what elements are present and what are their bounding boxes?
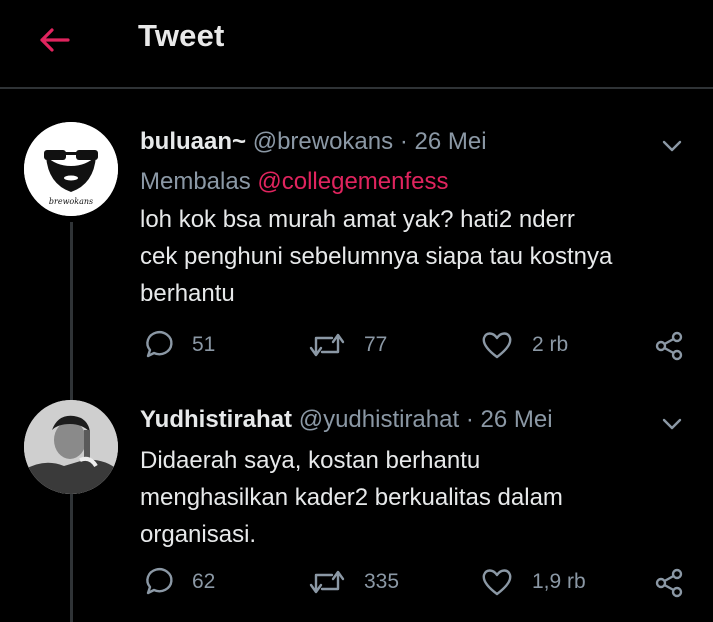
heart-icon [480, 328, 514, 362]
share-button[interactable] [652, 565, 686, 599]
page-title: Tweet [138, 18, 225, 53]
chevron-down-icon [662, 418, 682, 430]
tweet-text-line: menghasilkan kader2 berkualitas dalam [140, 484, 563, 511]
top-bar: Tweet [0, 0, 713, 88]
avatar[interactable] [24, 400, 118, 494]
tweet-actions: 62 335 1,9 rb [0, 565, 713, 605]
more-options-button[interactable] [658, 136, 686, 156]
replying-to-label: Membalas [140, 168, 251, 195]
tweet-text-line: berhantu [140, 280, 235, 307]
retweet-button[interactable]: 77 [308, 328, 387, 362]
tweet-meta: Yudhistirahat @yudhistirahat · 26 Mei [140, 406, 553, 434]
tweet-meta: buluaan~ @brewokans · 26 Mei [140, 128, 487, 156]
like-button[interactable]: 1,9 rb [480, 565, 586, 599]
tweet-text-line: Didaerah saya, kostan berhantu [140, 447, 481, 474]
avatar[interactable]: brewokans [24, 122, 118, 216]
reply-button[interactable]: 62 [140, 565, 215, 599]
reply-button[interactable]: 51 [140, 328, 215, 362]
replying-to: Membalas @collegemenfess [140, 168, 449, 196]
arrow-left-icon [40, 28, 70, 52]
separator-dot: · [399, 128, 408, 155]
more-options-button[interactable] [658, 414, 686, 434]
share-icon [652, 565, 686, 599]
profile-photo [24, 400, 118, 494]
tweet-text-line: cek penghuni sebelumnya siapa tau kostny… [140, 243, 613, 270]
display-name[interactable]: Yudhistirahat [140, 406, 292, 433]
like-count: 2 rb [532, 333, 569, 356]
tweet-text: Didaerah saya, kostan berhantu menghasil… [140, 442, 700, 553]
tweet-date[interactable]: 26 Mei [414, 128, 486, 155]
tweet-date[interactable]: 26 Mei [481, 406, 553, 433]
tweet-text: loh kok bsa murah amat yak? hati2 nderr … [140, 201, 700, 312]
like-button[interactable]: 2 rb [480, 328, 568, 362]
retweet-count: 335 [364, 570, 400, 593]
retweet-icon [308, 328, 346, 362]
heart-icon [480, 565, 514, 599]
share-icon [652, 328, 686, 362]
share-button[interactable] [652, 328, 686, 362]
display-name[interactable]: buluaan~ [140, 128, 246, 155]
tweet-text-line: organisasi. [140, 521, 257, 548]
reply-icon [140, 328, 174, 362]
reply-count: 62 [192, 570, 216, 593]
reply-count: 51 [192, 333, 216, 356]
separator-dot: · [465, 406, 474, 433]
tweet-actions: 51 77 2 rb [0, 328, 713, 368]
chevron-down-icon [662, 140, 682, 152]
username[interactable]: @brewokans [253, 128, 393, 155]
header-divider [0, 87, 713, 89]
retweet-count: 77 [364, 333, 388, 356]
retweet-icon [308, 565, 346, 599]
beard-logo: brewokans [24, 122, 118, 216]
reply-icon [140, 565, 174, 599]
like-count: 1,9 rb [532, 570, 586, 593]
svg-text:brewokans: brewokans [49, 197, 93, 206]
tweet-text-line: loh kok bsa murah amat yak? hati2 nderr [140, 206, 575, 233]
username[interactable]: @yudhistirahat [299, 406, 459, 433]
retweet-button[interactable]: 335 [308, 565, 399, 599]
mention-link[interactable]: @collegemenfess [257, 168, 448, 195]
back-button[interactable] [34, 22, 74, 58]
